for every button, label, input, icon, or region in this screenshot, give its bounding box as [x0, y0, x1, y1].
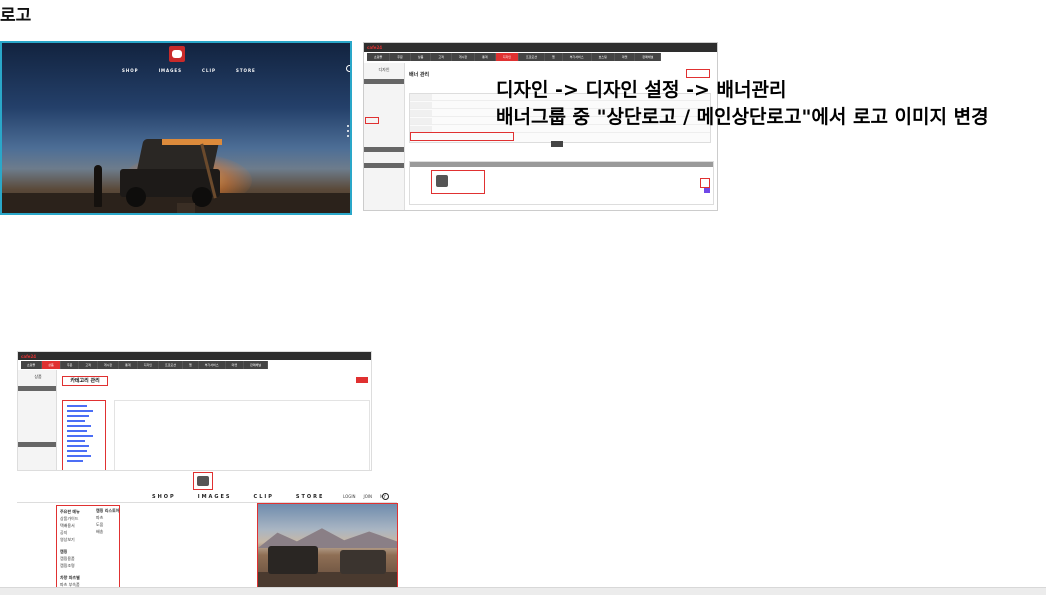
sidebar-group	[364, 163, 404, 168]
admin-top-bar	[18, 352, 371, 360]
edit-button[interactable]	[700, 178, 710, 188]
menu-item[interactable]: 부가서비스	[198, 361, 226, 369]
nav-shop[interactable]: SHOP	[152, 494, 176, 500]
menu-item[interactable]: 마켓	[614, 53, 636, 61]
search-icon[interactable]	[346, 65, 350, 72]
menu-link[interactable]: 영상보기	[60, 536, 94, 543]
menu-item[interactable]: 쇼핑몰	[21, 361, 43, 369]
logo-thumbnail[interactable]	[431, 170, 485, 194]
menu-item[interactable]: 디자인	[137, 361, 159, 369]
menu-item-design[interactable]: 디자인	[495, 53, 519, 61]
nav-store[interactable]: STORE	[236, 68, 256, 73]
menu-item[interactable]: 앱	[545, 53, 563, 61]
page-heading: 로고	[0, 6, 32, 26]
standing-person	[94, 165, 102, 207]
sidebar-tile[interactable]: 상품	[26, 374, 50, 380]
sidebar-group	[364, 79, 404, 84]
table-header	[410, 162, 713, 167]
menu-link[interactable]: 도움	[96, 521, 130, 528]
menu-link[interactable]: 배송	[96, 528, 130, 535]
menu-item[interactable]: 판매채널	[244, 361, 269, 369]
menu-link[interactable]: 상품가이드	[60, 515, 94, 522]
admin-sidebar: 디자인	[364, 63, 405, 210]
sidebar-tile[interactable]: 디자인	[372, 67, 396, 73]
instruction-line-2: 배너그룹 중 "상단로고 / 메인상단로고"에서 로고 이미지 변경	[496, 106, 989, 128]
menu-item[interactable]: 마켓	[225, 361, 245, 369]
menu-item[interactable]: 게시판	[97, 361, 120, 369]
menu-link[interactable]: 캠핑조명	[60, 562, 94, 569]
awning	[162, 139, 222, 145]
sidebar-group	[364, 147, 404, 152]
hero-screenshot: SHOP IMAGES CLIP STORE	[0, 41, 352, 215]
menu-item[interactable]: 앱	[183, 361, 199, 369]
nav-clip[interactable]: CLIP	[254, 494, 274, 500]
menu-item[interactable]: 고객	[79, 361, 98, 369]
menu-item[interactable]: 판매채널	[635, 53, 662, 61]
menu-item[interactable]: 고객	[431, 53, 452, 61]
site-logo-icon	[169, 46, 185, 62]
admin-menu: 쇼핑몰 상품 주문 고객 게시판 통계 디자인 프로모션 앱 부가서비스 마켓 …	[21, 361, 269, 369]
nav-store[interactable]: STORE	[296, 494, 325, 500]
menu-item[interactable]: 게시판	[451, 53, 476, 61]
login-link[interactable]: LOGIN	[343, 494, 356, 499]
search-button[interactable]	[551, 141, 563, 147]
truck	[268, 546, 318, 574]
mountains	[258, 528, 397, 548]
crate	[177, 203, 195, 213]
site-nav: SHOP IMAGES CLIP STORE	[152, 494, 324, 500]
menu-item[interactable]: 통계	[119, 361, 138, 369]
admin-category-screenshot: cafe24 쇼핑몰 상품 주문 고객 게시판 통계 디자인 프로모션 앱 부가…	[17, 351, 372, 471]
menu-item[interactable]: 호스팅	[591, 53, 615, 61]
admin-brand: cafe24	[21, 354, 37, 359]
menu-item[interactable]: 주문	[60, 361, 80, 369]
nav-shop[interactable]: SHOP	[122, 68, 139, 73]
menu-link[interactable]: 캠핑용품	[60, 555, 94, 562]
menu-link[interactable]: 파츠	[96, 514, 130, 521]
admin-top-bar	[364, 43, 717, 52]
site-util-links: LOGIN JOIN MY	[343, 494, 386, 499]
menu-link[interactable]: 택배용서	[60, 522, 94, 529]
jeep-wheel	[126, 187, 146, 207]
sidebar-group	[18, 386, 56, 391]
menu-item[interactable]: 통계	[475, 53, 496, 61]
admin-brand: cafe24	[367, 45, 383, 50]
search-icon[interactable]	[382, 493, 389, 500]
jeep-wheel	[192, 187, 212, 207]
admin-menu: 쇼핑몰 주문 상품 고객 게시판 통계 디자인 프로모션 앱 부가서비스 호스팅…	[367, 53, 662, 61]
admin-sidebar: 상품	[18, 370, 57, 470]
join-link[interactable]: JOIN	[364, 494, 373, 499]
category-tree[interactable]	[62, 400, 106, 470]
instruction-line-1: 디자인 -> 디자인 설정 -> 배너관리	[496, 79, 787, 101]
truck	[340, 550, 386, 574]
menu-heading: 캠핑 리스토어	[96, 508, 120, 513]
nav-clip[interactable]: CLIP	[202, 68, 216, 73]
sidebar-group	[18, 442, 56, 447]
menu-heading: 캠핑	[60, 549, 68, 554]
edit-marker	[704, 188, 710, 193]
menu-item[interactable]: 프로모션	[158, 361, 184, 369]
mountain-camp-photo	[257, 503, 398, 590]
admin-page-title: 카테고리 관리	[62, 376, 108, 386]
hero-nav: SHOP IMAGES CLIP STORE	[122, 68, 256, 73]
menu-item[interactable]: 상품	[410, 53, 432, 61]
menu-item-product[interactable]: 상품	[42, 361, 61, 369]
nav-images[interactable]: IMAGES	[198, 494, 232, 500]
menu-heading: 주요판 메뉴	[60, 509, 80, 514]
category-settings-panel	[114, 400, 370, 470]
site-logo-icon[interactable]	[193, 472, 213, 490]
menu-item[interactable]: 부가서비스	[562, 53, 592, 61]
admin-page-title: 배너 관리	[409, 72, 430, 78]
menu-link[interactable]: 공지	[60, 529, 94, 536]
menu-item[interactable]: 프로모션	[518, 53, 546, 61]
add-category-button[interactable]	[356, 377, 368, 383]
menu-column-2: 캠핑 리스토어 파츠 도움 배송	[96, 507, 130, 535]
menu-item[interactable]: 주문	[390, 53, 411, 61]
slide-dots[interactable]	[347, 125, 349, 137]
menu-item[interactable]: 쇼핑몰	[367, 53, 391, 61]
sidebar-highlight[interactable]	[365, 117, 379, 124]
banner-table	[409, 161, 714, 205]
banner-group-select[interactable]	[410, 132, 514, 141]
nav-images[interactable]: IMAGES	[159, 68, 182, 73]
menu-heading: 차량 파츠별	[60, 575, 80, 580]
